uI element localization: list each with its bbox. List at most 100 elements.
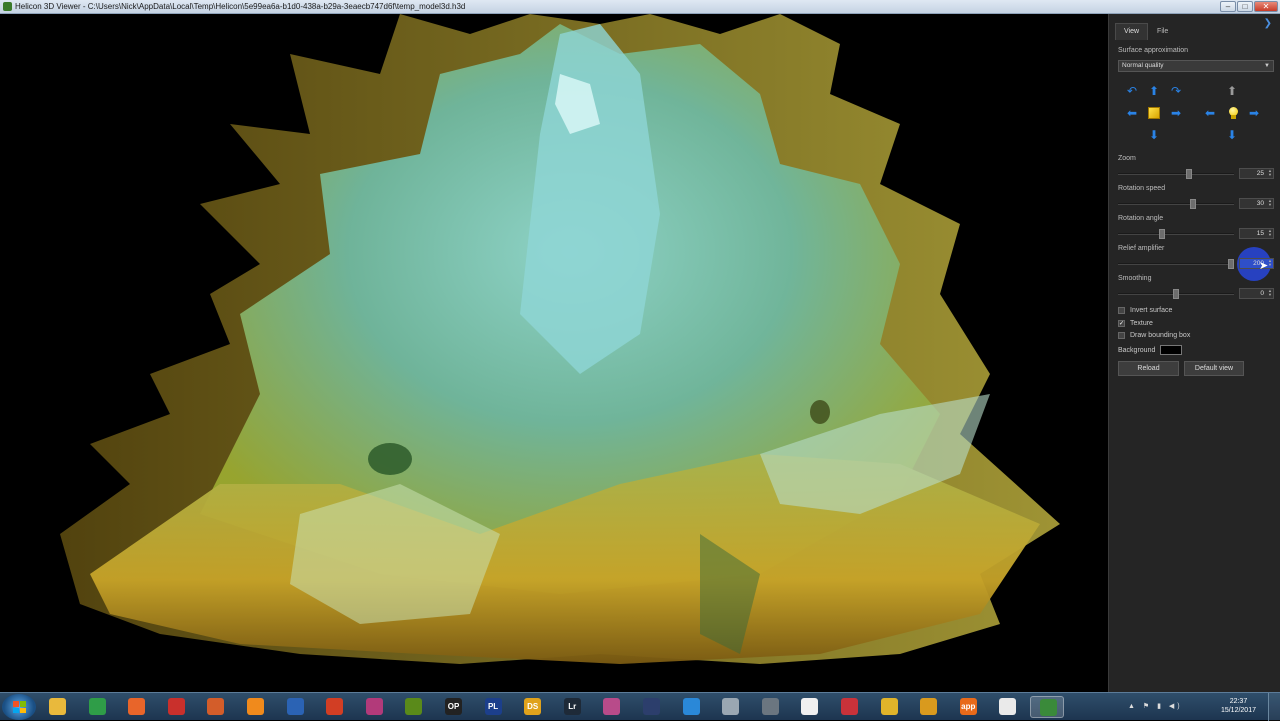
taskbar-item[interactable] [832,696,866,718]
spin-arrows-icon[interactable]: ▲ ▼ [1268,169,1272,177]
tray-icons[interactable]: ▲ ⚑ ▮ ◀) [1128,702,1218,711]
arrow-up-icon[interactable]: ⬆ [1147,84,1161,98]
taskbar-item[interactable] [357,696,391,718]
close-button[interactable]: ✕ [1254,1,1278,12]
tab-file[interactable]: File [1148,23,1177,40]
texture-label: Texture [1130,319,1153,327]
chrome-icon [88,698,106,715]
minimize-button[interactable]: – [1220,1,1236,12]
taskbar-item[interactable] [278,696,312,718]
zoom-spinbox[interactable]: 25 ▲ ▼ [1239,168,1274,179]
taskbar-item[interactable] [674,696,708,718]
rotation-speed-slider-thumb[interactable] [1189,199,1196,209]
app-icon [722,698,740,715]
taskbar-item[interactable] [159,696,193,718]
rotation-angle-slider-thumb[interactable] [1158,229,1165,239]
start-button[interactable] [2,694,36,720]
relief-amplifier-label: Relief amplifier [1118,245,1165,252]
rotation-speed-track [1118,203,1234,205]
zoom-track [1118,173,1234,175]
window-controls: – □ ✕ [1220,1,1278,13]
rotate-right-icon[interactable]: ↷ [1169,84,1183,98]
draw-bounding-box-row[interactable]: Draw bounding box [1118,330,1190,340]
3d-model-render [60,14,1060,664]
smoothing-slider-row: 0 ▲ ▼ [1118,288,1274,300]
cube-icon[interactable] [1148,107,1160,119]
taskbar-item[interactable] [396,696,430,718]
zoom-slider-thumb[interactable] [1186,169,1193,179]
panel-tabs: View File [1115,23,1177,40]
taskbar-item[interactable] [872,696,906,718]
taskbar-item[interactable] [1030,696,1064,718]
rotation-speed-spinbox[interactable]: 30 ▲ ▼ [1239,198,1274,209]
app-icon [365,698,383,715]
smoothing-spinbox[interactable]: 0 ▲ ▼ [1239,288,1274,299]
relief-amplifier-slider-thumb[interactable] [1228,259,1234,269]
title-bar: Helicon 3D Viewer - C:\Users\Nick\AppDat… [0,0,1280,14]
taskbar: OP PL DS Lr app ▲ ⚑ ▮ ◀) 22:37 15/12/2017 [0,692,1280,721]
collapse-panel-icon[interactable]: ❯ [1264,18,1272,29]
3d-viewport[interactable] [0,14,1108,692]
app-icon [405,698,423,715]
show-desktop-button[interactable] [1268,693,1280,721]
taskbar-item[interactable]: OP [436,696,470,718]
taskbar-item[interactable] [792,696,826,718]
light-left-icon[interactable]: ⬅ [1203,106,1217,120]
surface-approximation-select[interactable]: Normal quality ▼ [1118,60,1274,72]
taskbar-item[interactable]: app [951,696,985,718]
taskbar-item[interactable] [238,696,272,718]
maximize-button[interactable]: □ [1237,1,1253,12]
window-title: Helicon 3D Viewer - C:\Users\Nick\AppDat… [15,2,466,11]
taskbar-item[interactable] [713,696,747,718]
taskbar-item[interactable] [911,696,945,718]
helicon-icon [1040,699,1057,716]
tab-view[interactable]: View [1115,23,1149,40]
app-icon [643,698,660,715]
spin-arrows-icon[interactable]: ▲ ▼ [1268,259,1272,267]
taskbar-item[interactable]: DS [515,696,549,718]
app-icon [247,698,264,715]
taskbar-item[interactable] [317,696,351,718]
rotation-speed-value: 30 [1256,200,1264,207]
invert-surface-row[interactable]: Invert surface [1118,305,1172,315]
taskbar-item[interactable] [634,696,668,718]
taskbar-item[interactable] [80,696,114,718]
spin-arrows-icon[interactable]: ▲ ▼ [1268,229,1272,237]
app-icon [326,698,344,715]
taskbar-item[interactable] [198,696,232,718]
arrow-left-icon[interactable]: ⬅ [1125,106,1139,120]
background-color-swatch[interactable] [1160,345,1183,355]
texture-row[interactable]: ✓ Texture [1118,318,1153,328]
light-right-icon[interactable]: ➡ [1247,106,1261,120]
taskbar-item[interactable]: Lr [555,696,589,718]
draw-bounding-box-label: Draw bounding box [1130,331,1191,339]
light-up-icon[interactable]: ⬆ [1225,84,1239,98]
arrow-down-icon[interactable]: ⬇ [1147,128,1161,142]
document-icon [999,698,1017,715]
invert-surface-checkbox[interactable] [1118,306,1125,314]
taskbar-item[interactable] [990,696,1024,718]
taskbar-item[interactable] [594,696,628,718]
taskbar-item[interactable] [40,696,74,718]
app-icon [603,698,621,715]
rotate-left-icon[interactable]: ↶ [1125,84,1139,98]
background-label: Background [1118,346,1156,354]
light-bulb-icon[interactable] [1228,107,1238,119]
spin-arrows-icon[interactable]: ▲ ▼ [1268,199,1272,207]
draw-bounding-box-checkbox[interactable] [1118,331,1125,339]
surface-approximation-label: Surface approximation [1118,47,1189,54]
smoothing-slider-thumb[interactable] [1173,289,1179,299]
light-down-icon[interactable]: ⬇ [1225,128,1239,142]
relief-amplifier-spinbox[interactable]: 200 ▲ ▼ [1239,258,1274,269]
rotation-angle-spinbox[interactable]: 15 ▲ ▼ [1239,228,1274,239]
spin-arrows-icon[interactable]: ▲ ▼ [1268,289,1272,297]
arrow-right-icon[interactable]: ➡ [1169,106,1183,120]
clock[interactable]: 22:37 15/12/2017 [1221,697,1256,715]
reload-button[interactable]: Reload [1118,361,1179,376]
relief-amplifier-track [1118,263,1234,265]
texture-checkbox[interactable]: ✓ [1118,319,1125,327]
taskbar-item[interactable] [753,696,787,718]
taskbar-item[interactable] [119,696,153,718]
default-view-button[interactable]: Default view [1184,361,1244,376]
taskbar-item[interactable]: PL [476,696,510,718]
